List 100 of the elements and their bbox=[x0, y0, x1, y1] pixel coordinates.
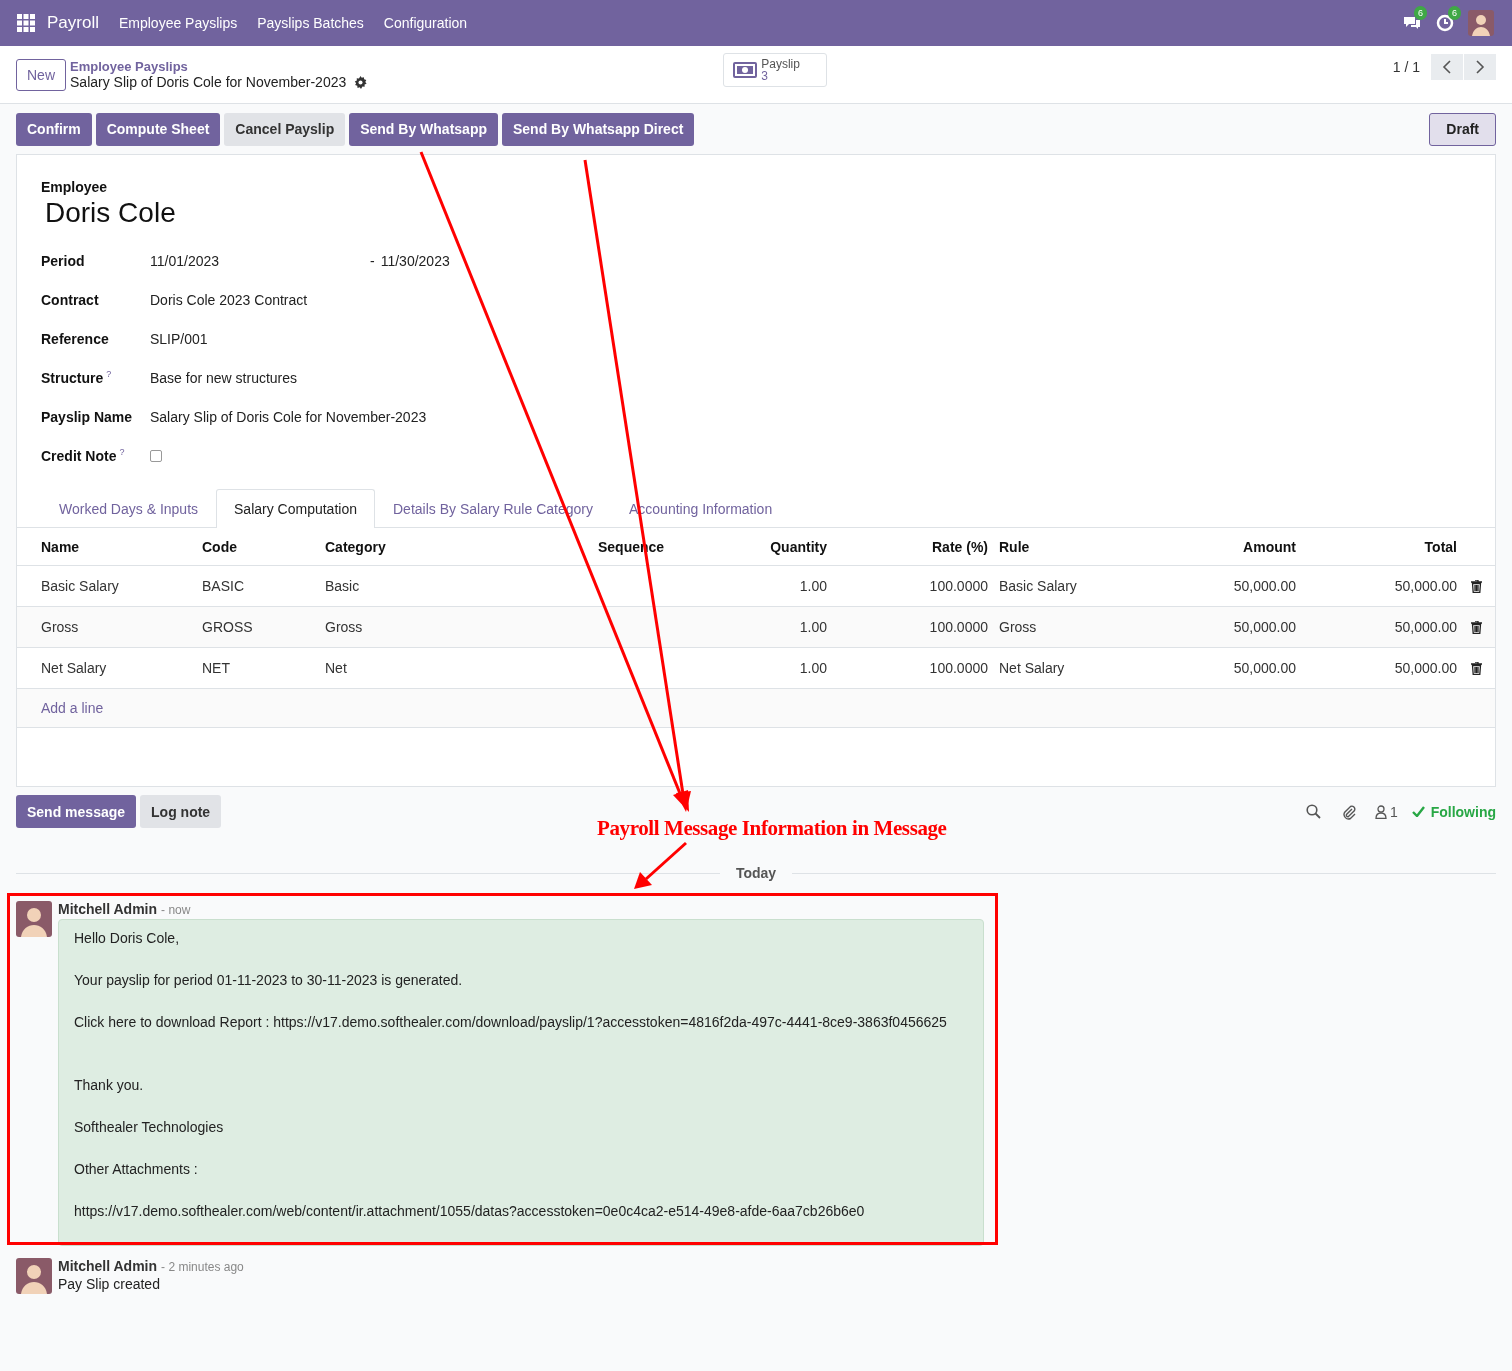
employee-name: Doris Cole bbox=[45, 197, 177, 229]
checkbox[interactable] bbox=[150, 449, 162, 462]
column-header[interactable]: Rule bbox=[988, 538, 1159, 555]
table-cell: Net bbox=[325, 660, 347, 676]
notification-badge: 6 bbox=[1448, 6, 1461, 20]
field-value[interactable]: 11/30/2023 bbox=[380, 252, 450, 269]
field-value[interactable]: 11/01/2023 bbox=[150, 252, 370, 269]
person-icon bbox=[1374, 804, 1387, 819]
message-author[interactable]: Mitchell Admin bbox=[58, 1258, 158, 1274]
chatter-button[interactable]: Log note bbox=[140, 795, 222, 828]
table-cell: 50,000.00 bbox=[1233, 578, 1296, 594]
delete-icon[interactable] bbox=[1470, 661, 1482, 675]
tab[interactable]: Salary Computation bbox=[216, 489, 375, 528]
message-paragraph: Your payslip for period 01-11-2023 to 30-11-2023 is generated. bbox=[74, 971, 464, 990]
table-cell: Gross bbox=[41, 619, 79, 635]
field-value[interactable]: Base for new structures bbox=[150, 369, 298, 386]
message-paragraph: https://v17.demo.softhealer.com/web/content/ir.attachment/1055/datas?accesstoken=0e0c4ca2-e514-49e8-afde-6aa7cb26b6e0 bbox=[74, 1202, 866, 1221]
help-tooltip-mark[interactable]: ? bbox=[106, 369, 112, 379]
pager-counter: 1 / 1 bbox=[1392, 58, 1420, 75]
table-cell: 1.00 bbox=[799, 578, 827, 594]
field-label: Payslip Name bbox=[41, 408, 133, 425]
table-cell: 100.0000 bbox=[929, 619, 988, 635]
field-label: Reference bbox=[41, 330, 109, 347]
column-header[interactable]: Rate (%) bbox=[827, 538, 988, 555]
clock-icon[interactable] bbox=[1436, 14, 1454, 32]
range-separator: - bbox=[370, 252, 375, 269]
table-cell: Gross bbox=[325, 619, 363, 635]
search-icon[interactable] bbox=[1305, 804, 1321, 819]
column-header[interactable]: Quantity bbox=[728, 538, 827, 555]
user-avatar[interactable] bbox=[1468, 10, 1494, 36]
add-line-link[interactable]: Add a line bbox=[41, 700, 104, 716]
check-icon bbox=[1411, 806, 1425, 817]
status-button[interactable]: Draft bbox=[1429, 112, 1496, 146]
column-header[interactable]: Total bbox=[1296, 538, 1457, 555]
annotation-caption: Payroll Message Information in Message bbox=[597, 816, 947, 841]
notification-badge: 6 bbox=[1414, 6, 1427, 20]
date-separator: Today bbox=[735, 865, 777, 881]
column-header[interactable]: Code bbox=[202, 538, 325, 555]
action-button[interactable]: Send By Whatsapp Direct bbox=[502, 112, 695, 146]
message-paragraph: Other Attachments : bbox=[74, 1160, 199, 1179]
paperclip-icon[interactable] bbox=[1340, 803, 1357, 820]
action-button[interactable]: Cancel Payslip bbox=[224, 112, 346, 146]
chevron-left-icon bbox=[1442, 59, 1452, 74]
message-paragraph: Click here to download Report : https://v17.demo.softhealer.com/download/payslip/1?accesstoken=4816f2da-497c-4441-8ce9-3863f0456625 bbox=[74, 1013, 948, 1032]
next-button[interactable] bbox=[1464, 53, 1496, 80]
followers-button[interactable]: 1 bbox=[1374, 803, 1398, 820]
message-time: - 2 minutes ago bbox=[161, 1260, 244, 1274]
field-value[interactable]: Salary Slip of Doris Cole for November-2023 bbox=[150, 408, 427, 425]
delete-icon[interactable] bbox=[1470, 620, 1482, 634]
column-header[interactable]: Category bbox=[325, 538, 598, 555]
field-value[interactable]: Doris Cole 2023 Contract bbox=[150, 291, 308, 308]
banknote-icon bbox=[733, 61, 758, 78]
navbar-menu-item[interactable]: Configuration bbox=[383, 15, 468, 31]
action-button[interactable]: Send By Whatsapp bbox=[349, 112, 498, 146]
navbar-menu-item[interactable]: Payslips Batches bbox=[257, 15, 364, 31]
table-cell: Gross bbox=[999, 619, 1037, 635]
column-header[interactable]: Amount bbox=[1159, 538, 1296, 555]
action-button[interactable]: Confirm bbox=[16, 112, 92, 146]
user-avatar[interactable] bbox=[16, 1258, 52, 1294]
new-button[interactable]: New bbox=[16, 58, 66, 91]
table-cell: 50,000.00 bbox=[1394, 578, 1457, 594]
table-cell: 100.0000 bbox=[929, 660, 988, 676]
message-time: - now bbox=[161, 903, 191, 917]
annotation-arrow bbox=[634, 841, 687, 889]
table-cell: 1.00 bbox=[799, 619, 827, 635]
message-paragraph: Hello Doris Cole, bbox=[74, 929, 181, 948]
apps-grid-icon[interactable] bbox=[17, 14, 35, 32]
record-title: Salary Slip of Doris Cole for November-2023 bbox=[70, 74, 347, 90]
action-button[interactable]: Compute Sheet bbox=[95, 112, 221, 146]
table-cell: 100.0000 bbox=[929, 578, 988, 594]
column-header[interactable]: Name bbox=[41, 538, 202, 555]
help-tooltip-mark[interactable]: ? bbox=[119, 447, 125, 457]
field-label: Contract bbox=[41, 291, 99, 308]
table-cell: NET bbox=[202, 660, 230, 676]
table-cell: Basic Salary bbox=[41, 578, 119, 594]
table-cell: BASIC bbox=[202, 578, 244, 594]
field-label: Credit Note bbox=[41, 447, 117, 464]
field-value[interactable]: SLIP/001 bbox=[150, 330, 208, 347]
message-text: Pay Slip created bbox=[58, 1276, 161, 1292]
tab[interactable]: Worked Days & Inputs bbox=[41, 489, 217, 527]
table-cell: Basic Salary bbox=[999, 578, 1077, 594]
table-cell: 50,000.00 bbox=[1233, 619, 1296, 635]
table-cell: 50,000.00 bbox=[1233, 660, 1296, 676]
breadcrumb-link[interactable]: Employee Payslips bbox=[70, 59, 368, 74]
field-label: Employee bbox=[41, 179, 109, 195]
delete-icon[interactable] bbox=[1470, 579, 1482, 593]
message-author[interactable]: Mitchell Admin bbox=[58, 901, 158, 917]
chatter-button[interactable]: Send message bbox=[16, 795, 137, 828]
settings-icon[interactable] bbox=[354, 75, 368, 89]
previous-button[interactable] bbox=[1431, 53, 1463, 80]
table-cell: 1.00 bbox=[799, 660, 827, 676]
payslip-smart-button[interactable]: Payslip 3 bbox=[723, 52, 828, 87]
table-cell: Basic bbox=[325, 578, 360, 594]
message-paragraph: Softhealer Technologies bbox=[74, 1118, 225, 1137]
table-cell: Net Salary bbox=[41, 660, 107, 676]
app-name-link[interactable]: Payroll bbox=[47, 13, 99, 33]
table-cell: 50,000.00 bbox=[1394, 660, 1457, 676]
table-cell: GROSS bbox=[202, 619, 253, 635]
navbar-menu-item[interactable]: Employee Payslips bbox=[118, 15, 238, 31]
user-avatar[interactable] bbox=[16, 901, 52, 937]
